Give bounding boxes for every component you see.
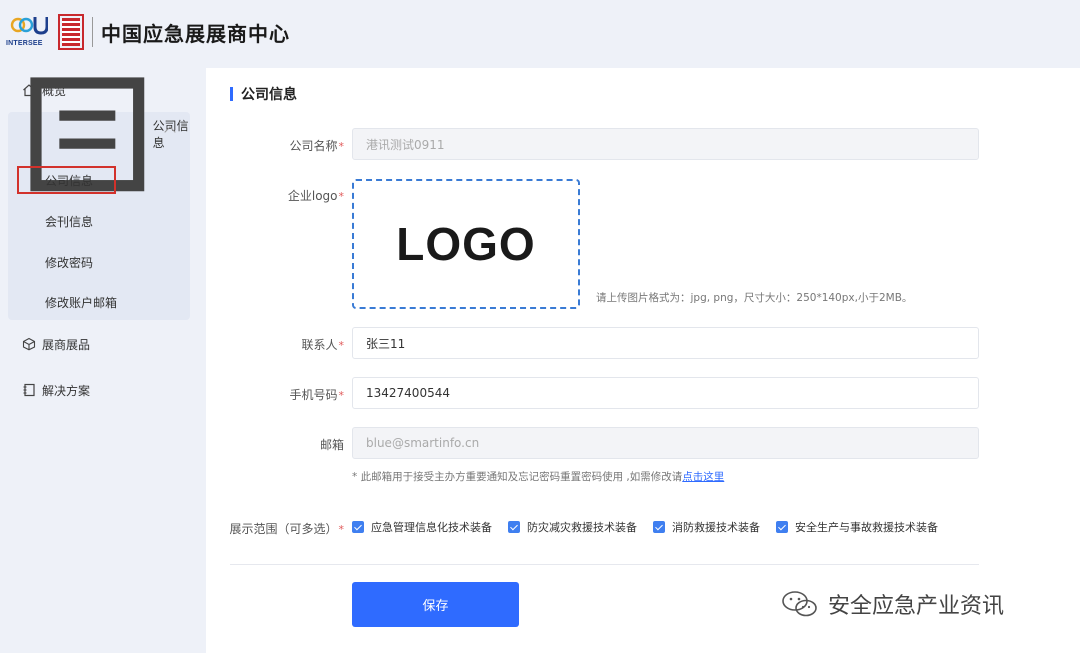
sidebar-item-label: 解决方案 bbox=[42, 383, 91, 398]
contact-field[interactable]: 张三11 bbox=[352, 327, 979, 359]
watermark: 安全应急产业资讯 bbox=[780, 588, 1004, 620]
checkbox-checked-icon[interactable] bbox=[508, 521, 520, 533]
upload-hint: 请上传图片格式为：jpg, png，尺寸大小：250*140px,小于2MB。 bbox=[596, 292, 913, 304]
section-title-text: 公司信息 bbox=[241, 87, 297, 103]
checkbox-checked-icon[interactable] bbox=[653, 521, 665, 533]
seal-logo-icon bbox=[58, 14, 84, 50]
intersee-word: INTERSEE bbox=[6, 40, 43, 47]
required-mark: * bbox=[338, 190, 345, 203]
label-text: 企业logo bbox=[287, 189, 338, 203]
required-mark: * bbox=[338, 339, 345, 352]
main-panel: 公司信息 公司名称* 港讯测试0911 企业logo* LOGO 请上传图片格式… bbox=[206, 68, 1080, 653]
label-text: 展示范围（可多选） bbox=[229, 522, 338, 536]
brand-logo-area: INTERSEE 中国应急展展商中心 bbox=[6, 12, 290, 52]
sidebar-group-company: 公司信息 公司信息 会刊信息 修改密码 修改账户邮箱 bbox=[8, 77, 190, 320]
company-name-value: 港讯测试0911 bbox=[366, 137, 445, 152]
phone-value: 13427400544 bbox=[366, 386, 450, 400]
brand-divider bbox=[92, 17, 93, 47]
cube-icon bbox=[22, 337, 36, 351]
click-here-link[interactable]: 点击这里 bbox=[682, 471, 724, 483]
sidebar-item-solutions[interactable]: 解决方案 bbox=[8, 370, 190, 410]
label-text: 手机号码 bbox=[289, 388, 338, 402]
logo-upload-area[interactable]: LOGO bbox=[352, 179, 580, 309]
sidebar: 概览 公司信息 公司信息 会刊信息 修改密码 修改账户邮箱 展商展品 解决方案 bbox=[0, 66, 205, 653]
scope-label: 展示范围（可多选）* bbox=[206, 520, 344, 537]
company-name-label: 公司名称* bbox=[206, 137, 344, 154]
phone-label: 手机号码* bbox=[206, 386, 344, 403]
active-item-highlight bbox=[17, 166, 116, 194]
app-header: INTERSEE 中国应急展展商中心 bbox=[0, 0, 1080, 66]
company-name-field[interactable]: 港讯测试0911 bbox=[352, 128, 979, 160]
brand-title: 中国应急展展商中心 bbox=[101, 21, 290, 46]
logo-label: 企业logo* bbox=[206, 187, 344, 204]
intersee-logo: INTERSEE bbox=[6, 12, 52, 52]
option-label: 消防救援技术装备 bbox=[672, 521, 760, 534]
email-note: * 此邮箱用于接受主办方重要通知及忘记密码重置密码使用 ,如需修改请点击这里 bbox=[352, 469, 724, 484]
scope-checkbox-group: 应急管理信息化技术装备 防灾减灾救援技术装备 消防救援技术装备 安全生产与事故救… bbox=[352, 519, 954, 535]
scope-option-emergency-it[interactable]: 应急管理信息化技术装备 bbox=[352, 519, 492, 535]
required-mark: * bbox=[338, 523, 345, 536]
option-label: 防灾减灾救援技术装备 bbox=[527, 521, 637, 534]
logo-preview-text: LOGO bbox=[396, 218, 536, 270]
sidebar-subitem-change-email[interactable]: 修改账户邮箱 bbox=[45, 294, 117, 311]
phone-field[interactable]: 13427400544 bbox=[352, 377, 979, 409]
scope-option-disaster-relief[interactable]: 防灾减灾救援技术装备 bbox=[508, 519, 637, 535]
scope-option-safety-production[interactable]: 安全生产与事故救援技术装备 bbox=[776, 519, 938, 535]
contact-label: 联系人* bbox=[206, 336, 344, 353]
contact-value: 张三11 bbox=[366, 336, 406, 351]
required-mark: * bbox=[338, 140, 345, 153]
wechat-icon bbox=[782, 591, 817, 617]
sidebar-group-company-header[interactable]: 公司信息 bbox=[8, 77, 190, 191]
checkbox-checked-icon[interactable] bbox=[352, 521, 364, 533]
label-text: 联系人 bbox=[301, 338, 338, 352]
section-title: 公司信息 bbox=[230, 86, 297, 103]
email-value: blue@smartinfo.cn bbox=[366, 436, 480, 450]
watermark-text: 安全应急产业资讯 bbox=[828, 594, 1005, 619]
option-label: 安全生产与事故救援技术装备 bbox=[795, 521, 938, 534]
sidebar-subitem-catalog-info[interactable]: 会刊信息 bbox=[45, 213, 93, 230]
section-title-bar bbox=[230, 87, 233, 101]
email-label: 邮箱 bbox=[206, 436, 344, 453]
email-field[interactable]: blue@smartinfo.cn bbox=[352, 427, 979, 459]
sidebar-item-label: 展商展品 bbox=[42, 337, 91, 352]
checkbox-checked-icon[interactable] bbox=[776, 521, 788, 533]
form-divider bbox=[230, 564, 979, 565]
sidebar-item-exhibits[interactable]: 展商展品 bbox=[8, 324, 190, 364]
solution-icon bbox=[23, 383, 35, 397]
sidebar-subitem-change-password[interactable]: 修改密码 bbox=[45, 254, 93, 271]
option-label: 应急管理信息化技术装备 bbox=[371, 521, 492, 534]
email-note-text: * 此邮箱用于接受主办方重要通知及忘记密码重置密码使用 ,如需修改请 bbox=[352, 471, 683, 483]
intersee-rings-icon bbox=[10, 17, 48, 35]
save-button[interactable]: 保存 bbox=[352, 582, 519, 627]
label-text: 邮箱 bbox=[319, 438, 344, 452]
scope-option-fire-rescue[interactable]: 消防救援技术装备 bbox=[653, 519, 760, 535]
label-text: 公司名称 bbox=[289, 139, 338, 153]
required-mark: * bbox=[338, 389, 345, 402]
